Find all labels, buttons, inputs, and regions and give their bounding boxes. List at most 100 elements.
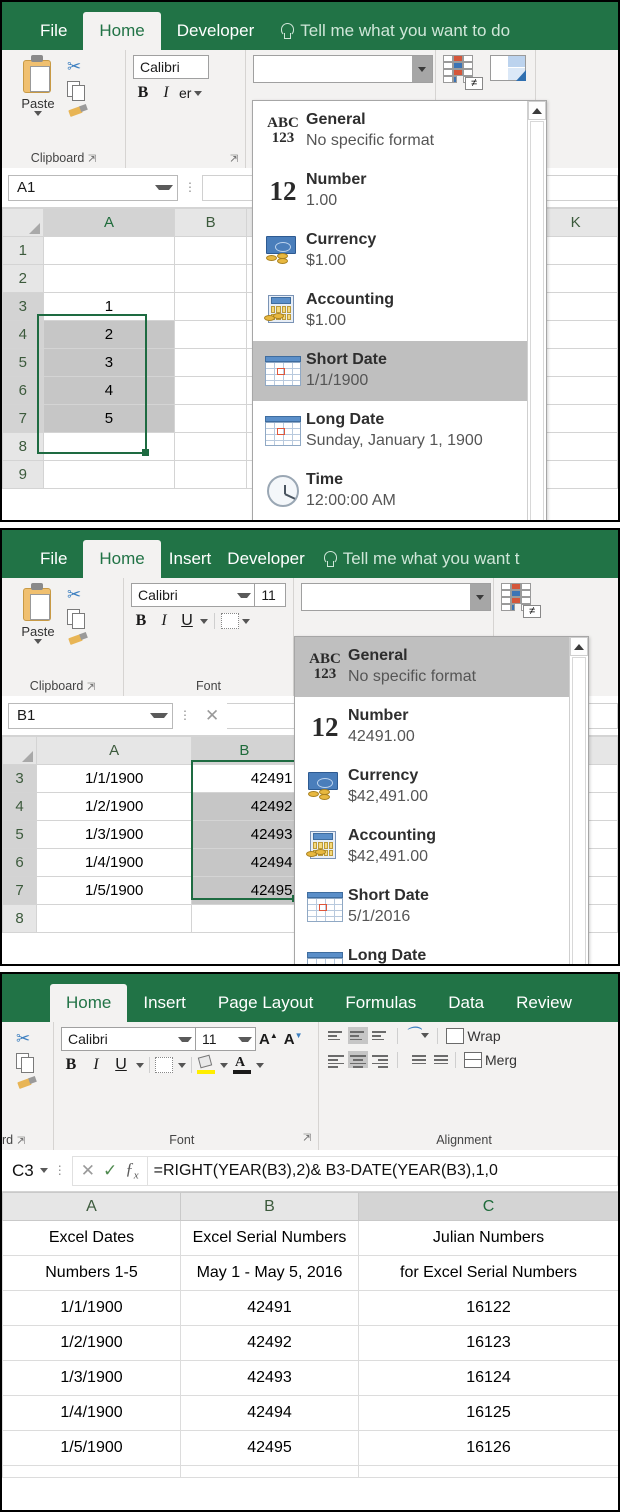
chevron-down-icon[interactable] xyxy=(39,1168,48,1173)
increase-indent-icon[interactable] xyxy=(427,1051,448,1068)
format-option-currency[interactable]: Currency $42,491.00 xyxy=(295,757,571,817)
chevron-down-icon[interactable] xyxy=(194,90,203,96)
format-option-short-date[interactable]: Short Date 5/1/2016 xyxy=(295,877,571,937)
format-option-long-date[interactable]: Long DateSunday, May 1, 2016 xyxy=(295,937,571,964)
cell-c3[interactable]: 16122 xyxy=(358,1290,618,1326)
row-header[interactable]: 3 xyxy=(2,764,38,793)
chevron-down-icon[interactable] xyxy=(256,1062,264,1068)
cell[interactable] xyxy=(174,320,248,349)
tab-insert[interactable]: Insert xyxy=(127,984,202,1022)
name-box[interactable]: B1 xyxy=(8,702,173,729)
italic-button[interactable]: I xyxy=(156,84,176,102)
cell-a3[interactable]: 1/1/1900 xyxy=(2,1290,181,1326)
cell-a5[interactable]: 3 xyxy=(42,348,176,377)
cell-a6[interactable]: 1/4/1900 xyxy=(2,1395,181,1431)
align-top-icon[interactable] xyxy=(326,1027,346,1044)
cell[interactable] xyxy=(174,460,248,489)
column-header-b[interactable]: B xyxy=(174,208,248,237)
underline-button[interactable]: er xyxy=(179,85,191,101)
font-name-input[interactable]: Calibri xyxy=(133,55,209,79)
dialog-launcher-icon[interactable]: ⇱ xyxy=(87,682,95,693)
format-painter-button[interactable] xyxy=(16,1076,38,1096)
table-row[interactable] xyxy=(2,1465,618,1478)
row-header[interactable]: 5 xyxy=(2,820,38,849)
chevron-down-icon[interactable] xyxy=(242,618,250,624)
number-format-dropdown[interactable]: ABC 123 General No specific format 12 Numb… xyxy=(294,636,589,964)
cell-a8[interactable] xyxy=(36,904,193,933)
formula-input[interactable]: =RIGHT(YEAR(B3),2)& B3-DATE(YEAR(B3),1,0 xyxy=(147,1155,618,1186)
column-header-b[interactable]: B xyxy=(191,736,298,765)
cell-b7[interactable]: 42495 xyxy=(180,1430,359,1466)
orientation-icon[interactable]: ⏜ xyxy=(405,1027,419,1044)
tab-file[interactable]: File xyxy=(24,540,83,578)
format-option-long-date[interactable]: Long Date Sunday, January 1, 1900 xyxy=(253,401,529,461)
borders-icon[interactable] xyxy=(221,613,239,629)
cell-a5[interactable]: 1/3/1900 xyxy=(36,820,193,849)
cell-a4[interactable]: 1/2/1900 xyxy=(2,1325,181,1361)
format-option-number[interactable]: 12 Number 42491.00 xyxy=(295,697,571,757)
wrap-text-button[interactable]: Wrap xyxy=(446,1027,501,1044)
dialog-launcher-icon[interactable]: ⇱ xyxy=(230,154,238,165)
italic-button[interactable]: I xyxy=(86,1056,106,1074)
row-header[interactable]: 6 xyxy=(2,376,44,405)
table-row[interactable]: 1/5/1900 42495 16126 xyxy=(2,1430,618,1466)
chevron-down-icon[interactable] xyxy=(237,592,252,598)
cell-c1[interactable]: Julian Numbers xyxy=(358,1220,618,1256)
tell-me-box[interactable]: Tell me what you want to do xyxy=(270,12,510,50)
cell-b5[interactable]: 42493 xyxy=(191,820,298,849)
tab-home[interactable]: Home xyxy=(50,984,128,1022)
row-header[interactable]: 7 xyxy=(2,876,38,905)
tab-home[interactable]: Home xyxy=(83,540,161,578)
cell-b4[interactable]: 42492 xyxy=(191,792,298,821)
number-format-dropdown[interactable]: ABC 123 General No specific format 12 Numb… xyxy=(252,100,547,520)
cell-a2[interactable] xyxy=(42,264,176,293)
bold-button[interactable]: B xyxy=(131,612,151,630)
cell-a6[interactable]: 1/4/1900 xyxy=(36,848,193,877)
format-painter-button[interactable] xyxy=(67,104,89,124)
cell-b8[interactable] xyxy=(191,904,298,933)
cell-a1[interactable] xyxy=(42,236,176,265)
underline-button[interactable]: U xyxy=(177,612,197,630)
chevron-down-icon[interactable] xyxy=(136,1062,144,1068)
font-size-input[interactable]: 11 xyxy=(196,1027,256,1051)
cell-a8[interactable] xyxy=(2,1465,181,1478)
cell-b3[interactable]: 42491 xyxy=(191,764,298,793)
tab-data[interactable]: Data xyxy=(432,984,500,1022)
row-header[interactable]: 4 xyxy=(2,320,44,349)
paste-button[interactable]: Paste xyxy=(9,55,67,124)
row-header[interactable]: 9 xyxy=(2,460,44,489)
cell-a4[interactable]: 2 xyxy=(42,320,176,349)
format-option-currency[interactable]: Currency $1.00 xyxy=(253,221,529,281)
cell-a4[interactable]: 1/2/1900 xyxy=(36,792,193,821)
align-middle-icon[interactable] xyxy=(348,1027,368,1044)
merge-center-button[interactable]: Merg xyxy=(464,1051,517,1068)
font-name-input[interactable]: Calibri xyxy=(131,583,256,607)
cut-icon[interactable]: ✂ xyxy=(67,586,89,606)
chevron-down-icon[interactable] xyxy=(412,56,432,82)
chevron-down-icon[interactable] xyxy=(238,1036,252,1042)
formula-bar-grip[interactable]: ⋮ xyxy=(178,181,202,193)
cell-b7[interactable]: 42495 xyxy=(191,876,298,905)
format-painter-button[interactable] xyxy=(67,632,89,652)
cell[interactable] xyxy=(174,264,248,293)
tab-home[interactable]: Home xyxy=(83,12,161,50)
cell-b6[interactable]: 42494 xyxy=(191,848,298,877)
column-header-b[interactable]: B xyxy=(180,1192,359,1221)
copy-button[interactable] xyxy=(67,609,89,629)
table-row[interactable]: 1/2/1900 42492 16123 xyxy=(2,1325,618,1361)
row-header[interactable]: 1 xyxy=(2,236,44,265)
chevron-down-icon[interactable] xyxy=(155,185,173,190)
cut-icon[interactable]: ✂ xyxy=(16,1030,38,1050)
select-all-corner[interactable] xyxy=(2,736,38,765)
conditional-formatting-icon[interactable]: ≠ xyxy=(501,583,545,618)
cell-a7[interactable]: 5 xyxy=(42,404,176,433)
cell-c5[interactable]: 16124 xyxy=(358,1360,618,1396)
table-row[interactable]: Excel Dates Excel Serial Numbers Julian … xyxy=(2,1220,618,1256)
cell[interactable] xyxy=(174,376,248,405)
cell-c6[interactable]: 16125 xyxy=(358,1395,618,1431)
dialog-launcher-icon[interactable]: ⇱ xyxy=(17,1136,25,1147)
cancel-formula-icon[interactable]: ✕ xyxy=(205,706,219,726)
bold-button[interactable]: B xyxy=(61,1056,81,1074)
bold-button[interactable]: B xyxy=(133,84,153,102)
chevron-down-icon[interactable] xyxy=(470,584,490,610)
